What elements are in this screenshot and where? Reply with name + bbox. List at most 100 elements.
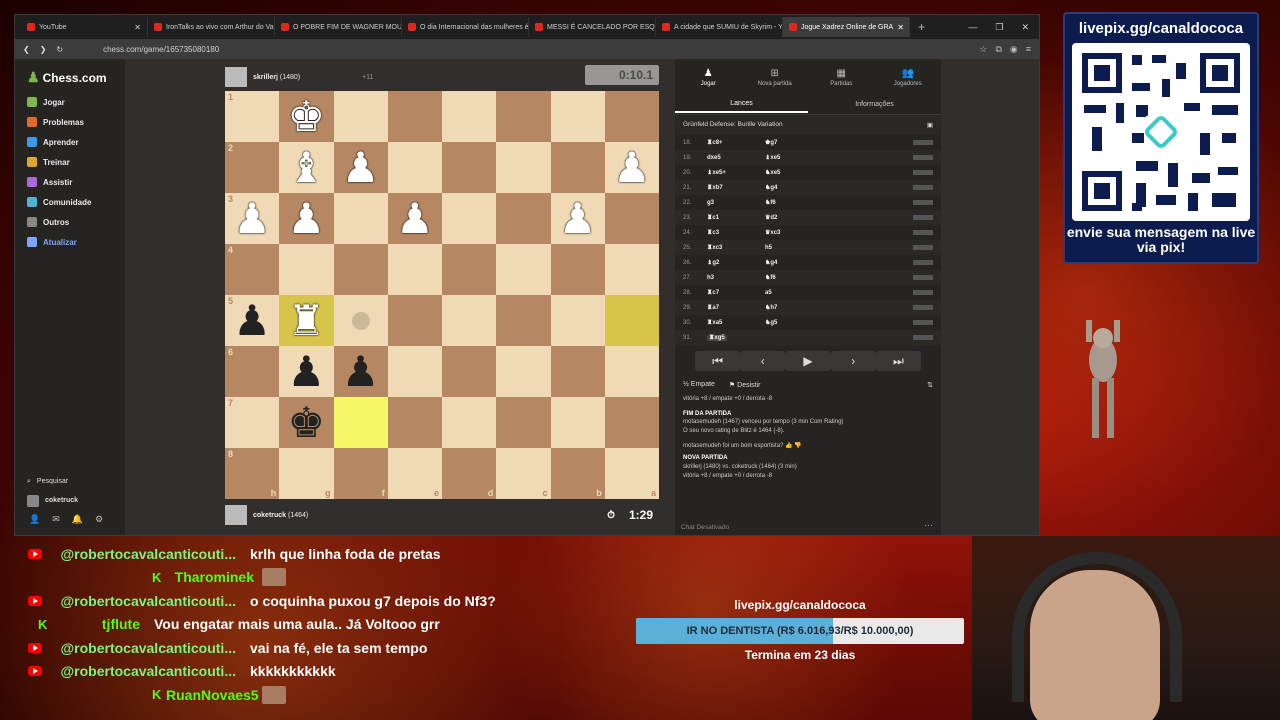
white-move[interactable]: ♜xc3 bbox=[707, 244, 765, 251]
friends-icon[interactable]: 👤 bbox=[29, 514, 40, 525]
extensions-icon[interactable]: ⧉ bbox=[995, 44, 1001, 55]
white-move[interactable]: ♜c7 bbox=[707, 289, 765, 296]
board-square[interactable] bbox=[496, 142, 551, 193]
browser-tab[interactable]: O dia Internacional das mulheres é u✕ bbox=[402, 17, 529, 37]
book-icon[interactable]: ▣ bbox=[927, 121, 933, 129]
resign-button[interactable]: ⚑ Desistir bbox=[729, 381, 761, 389]
board-square[interactable] bbox=[604, 91, 659, 142]
board-square[interactable] bbox=[496, 346, 551, 397]
chess-piece[interactable]: ♟ bbox=[342, 146, 380, 189]
back-icon[interactable]: ❮ bbox=[23, 45, 30, 54]
panel-tab[interactable]: ⊞ Nova partida bbox=[742, 59, 809, 95]
board-square[interactable]: g bbox=[279, 448, 334, 499]
forward-icon[interactable]: ❯ bbox=[40, 45, 47, 54]
url-field[interactable]: chess.com/game/165735080180 bbox=[103, 45, 219, 54]
black-move[interactable]: ♚g7 bbox=[765, 139, 885, 146]
browser-tab[interactable]: YouTube ✕ bbox=[21, 17, 148, 37]
black-move[interactable]: ♛xc3 bbox=[765, 229, 885, 236]
black-move[interactable]: a5 bbox=[765, 290, 885, 296]
sidebar-item-comunidade[interactable]: Comunidade bbox=[15, 192, 125, 212]
board-square[interactable]: ♟ bbox=[279, 346, 334, 397]
board-square[interactable]: ♟ bbox=[387, 193, 442, 244]
board-square[interactable] bbox=[550, 142, 605, 193]
bookmark-icon[interactable]: ☆ bbox=[979, 44, 987, 55]
sidebar-item-jogar[interactable]: Jogar bbox=[15, 92, 125, 112]
new-tab-button[interactable]: + bbox=[910, 20, 933, 34]
chess-logo[interactable]: ♟ Chess.com bbox=[15, 59, 125, 92]
board-square[interactable]: 8h bbox=[225, 448, 280, 499]
browser-tab[interactable]: IronTalks ao vivo com Arthur do Val✕ bbox=[148, 17, 275, 37]
board-square[interactable] bbox=[550, 295, 605, 346]
board-square[interactable]: c bbox=[496, 448, 551, 499]
black-move[interactable]: ♞g5 bbox=[765, 319, 885, 326]
bottom-player-name[interactable]: coketruck bbox=[253, 512, 286, 519]
prev-move-button[interactable]: ‹ bbox=[740, 351, 786, 371]
board-square[interactable]: 1 bbox=[225, 91, 280, 142]
panel-tab[interactable]: ▦ Partidas bbox=[808, 59, 875, 95]
board-square[interactable] bbox=[496, 397, 551, 448]
browser-tab[interactable]: MESSI É CANCELADO POR ESQUER✕ bbox=[529, 17, 656, 37]
white-move[interactable]: ♜c8+ bbox=[707, 139, 765, 146]
board-square[interactable] bbox=[496, 244, 551, 295]
white-move[interactable]: ♜xa5 bbox=[707, 319, 765, 326]
board-square[interactable] bbox=[550, 346, 605, 397]
chess-piece[interactable]: ♟ bbox=[396, 197, 434, 240]
board-square[interactable]: ♟ bbox=[550, 193, 605, 244]
white-move[interactable]: ♜c1 bbox=[707, 214, 765, 221]
board-square[interactable]: e bbox=[387, 448, 442, 499]
close-window-icon[interactable]: ✕ bbox=[1021, 22, 1029, 33]
settings-icon[interactable]: ⚙ bbox=[95, 514, 103, 525]
black-move[interactable]: ♞f6 bbox=[765, 199, 885, 206]
black-move[interactable]: ♝xe5 bbox=[765, 154, 885, 161]
board-square[interactable] bbox=[496, 91, 551, 142]
top-player-name[interactable]: skrillerj bbox=[253, 74, 278, 81]
board-square[interactable] bbox=[604, 295, 659, 346]
black-move[interactable]: ♞xe5 bbox=[765, 169, 885, 176]
user-link[interactable]: coketruck bbox=[15, 491, 125, 510]
close-tab-icon[interactable]: ✕ bbox=[897, 23, 904, 32]
chess-piece[interactable]: ♟ bbox=[342, 350, 380, 393]
black-move[interactable]: ♞g4 bbox=[765, 259, 885, 266]
board-square[interactable]: ♟ bbox=[604, 142, 659, 193]
menu-icon[interactable]: ≡ bbox=[1026, 44, 1031, 55]
board-square[interactable] bbox=[442, 397, 497, 448]
board-square[interactable]: ♚ bbox=[279, 397, 334, 448]
white-move[interactable]: ♜c3 bbox=[707, 229, 765, 236]
chess-piece[interactable]: ♟ bbox=[288, 197, 326, 240]
sidebar-item-treinar[interactable]: Treinar bbox=[15, 152, 125, 172]
chess-piece[interactable]: ♜ bbox=[288, 299, 326, 342]
black-move[interactable]: ♞g4 bbox=[765, 184, 885, 191]
minimize-icon[interactable]: — bbox=[968, 22, 977, 33]
board-square[interactable]: ♚ bbox=[279, 91, 334, 142]
board-square[interactable] bbox=[604, 397, 659, 448]
play-button[interactable]: ▶ bbox=[785, 351, 831, 371]
browser-tab[interactable]: O POBRE FIM DE WAGNER MOURA✕ bbox=[275, 17, 402, 37]
white-move[interactable]: ♝g2 bbox=[707, 259, 765, 266]
board-square[interactable] bbox=[442, 295, 497, 346]
black-move[interactable]: h5 bbox=[765, 245, 885, 251]
tab-moves[interactable]: Lances bbox=[675, 96, 808, 113]
reload-icon[interactable]: ↻ bbox=[56, 45, 63, 54]
sidebar-item-aprender[interactable]: Aprender bbox=[15, 132, 125, 152]
board-square[interactable] bbox=[387, 346, 442, 397]
chess-piece[interactable]: ♟ bbox=[233, 197, 271, 240]
chess-piece[interactable]: ♟ bbox=[613, 146, 651, 189]
chess-piece[interactable]: ♚ bbox=[288, 401, 326, 444]
restore-icon[interactable]: ❐ bbox=[995, 22, 1003, 33]
profile-icon[interactable]: ◉ bbox=[1010, 44, 1018, 55]
board-square[interactable] bbox=[333, 244, 388, 295]
search-link[interactable]: ⌕ Pesquisar bbox=[15, 472, 125, 491]
black-move[interactable]: ♞h7 bbox=[765, 304, 885, 311]
close-tab-icon[interactable]: ✕ bbox=[134, 23, 141, 32]
board-square[interactable]: b bbox=[550, 448, 605, 499]
board-square[interactable]: d bbox=[442, 448, 497, 499]
white-move[interactable]: ♜a7 bbox=[707, 304, 765, 311]
flip-board-icon[interactable]: ⇅ bbox=[927, 381, 933, 389]
board-square[interactable] bbox=[442, 346, 497, 397]
tab-info[interactable]: Informações bbox=[808, 97, 941, 112]
white-move[interactable]: h3 bbox=[707, 275, 765, 281]
board-square[interactable] bbox=[496, 295, 551, 346]
black-move[interactable]: ♞f6 bbox=[765, 274, 885, 281]
black-move[interactable]: ♛d2 bbox=[765, 214, 885, 221]
next-move-button[interactable]: › bbox=[830, 351, 876, 371]
